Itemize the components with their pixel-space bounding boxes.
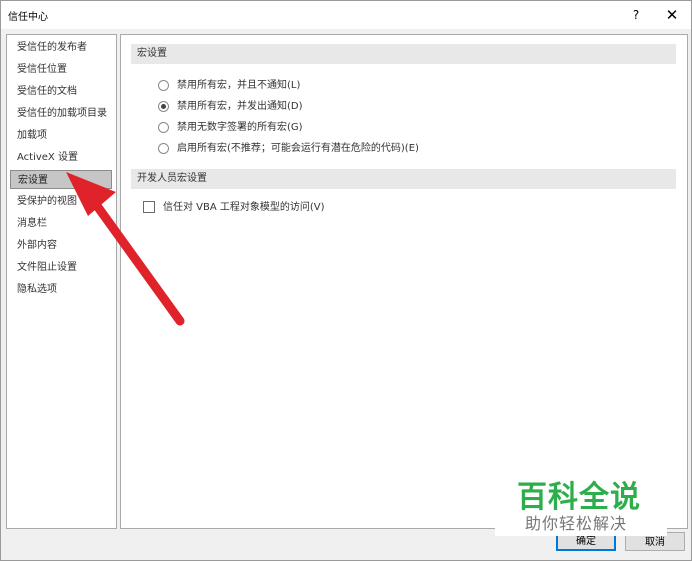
arrow-head bbox=[66, 172, 116, 216]
red-arrow-annotation bbox=[66, 172, 185, 326]
arrow-shaft bbox=[90, 198, 185, 326]
